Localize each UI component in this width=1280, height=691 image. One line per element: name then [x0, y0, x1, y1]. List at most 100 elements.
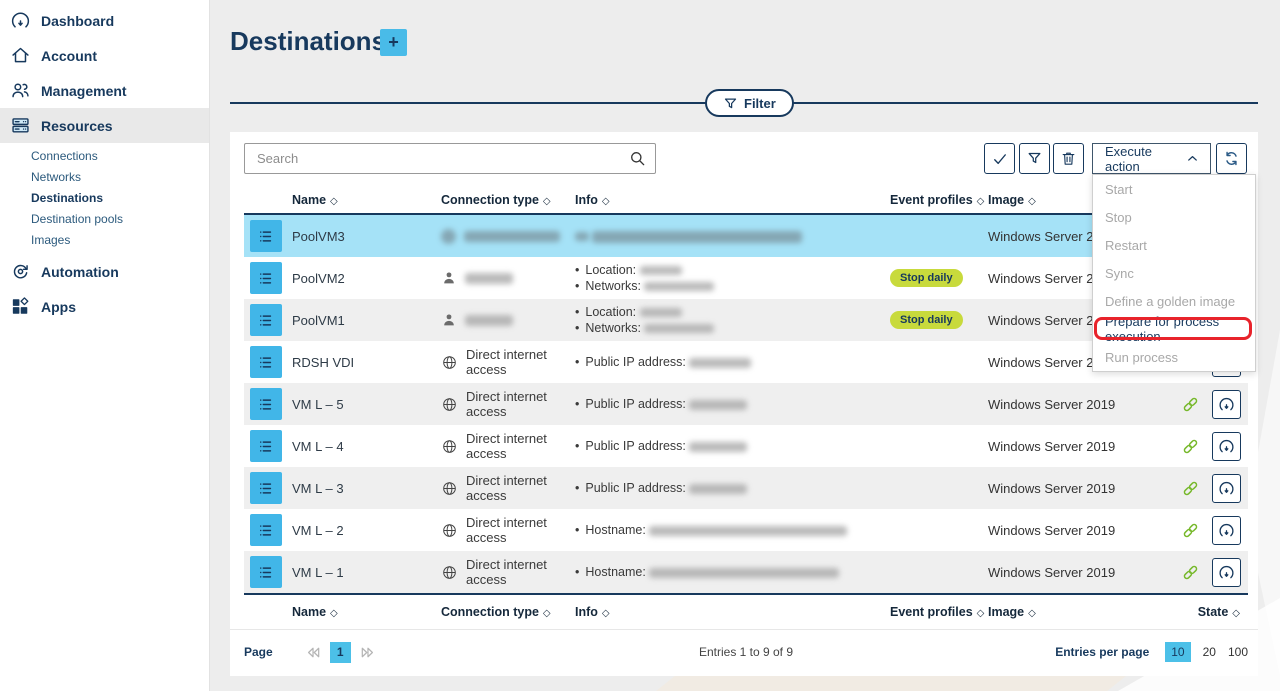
row-image: Windows Server 2019: [988, 481, 1181, 496]
row-name: VM L – 5: [292, 397, 441, 412]
column-header-name[interactable]: Name◇: [292, 605, 441, 619]
row-name: VM L – 1: [292, 565, 441, 580]
dashboard-state-button[interactable]: [1212, 516, 1241, 545]
row-detail-icon[interactable]: [250, 220, 282, 252]
sync-icon: [1222, 149, 1241, 168]
row-name: PoolVM2: [292, 271, 441, 286]
menu-item-prepare-for-process-execution[interactable]: Prepare for process execution: [1093, 315, 1255, 343]
sidebar-item-automation[interactable]: Automation: [0, 254, 209, 289]
sidebar-item-connections[interactable]: Connections: [0, 145, 209, 166]
users-icon: [10, 80, 31, 101]
row-detail-icon[interactable]: [250, 346, 282, 378]
dashboard-state-button[interactable]: [1212, 474, 1241, 503]
link-icon[interactable]: [1181, 521, 1200, 540]
redacted-value: [592, 231, 802, 243]
table-row[interactable]: VM L – 5 Direct internet access •Public …: [244, 383, 1248, 425]
sort-icon: ◇: [977, 608, 985, 619]
row-detail-icon[interactable]: [250, 388, 282, 420]
dashboard-state-button[interactable]: [1212, 390, 1241, 419]
add-destination-button[interactable]: +: [380, 29, 407, 56]
column-header-info[interactable]: Info◇: [575, 193, 890, 207]
link-icon[interactable]: [1181, 395, 1200, 414]
bullet: •: [575, 355, 579, 369]
menu-item-sync[interactable]: Sync: [1093, 259, 1255, 287]
row-image: Windows Server 2019: [988, 397, 1181, 412]
table-row[interactable]: VM L – 1 Direct internet access •Hostnam…: [244, 551, 1248, 593]
sidebar-item-destination-pools[interactable]: Destination pools: [0, 208, 209, 229]
sidebar-item-account[interactable]: Account: [0, 38, 209, 73]
column-header-connection-type[interactable]: Connection type◇: [441, 193, 575, 207]
delete-button[interactable]: [1053, 143, 1084, 174]
column-header-image[interactable]: Image◇: [988, 605, 1181, 619]
connection-type: Direct internet access: [466, 557, 575, 587]
sidebar-item-images[interactable]: Images: [0, 229, 209, 250]
sidebar-item-resources[interactable]: Resources: [0, 108, 209, 143]
page-title: Destinations: [230, 26, 386, 57]
redacted-value: [649, 526, 847, 536]
row-detail-icon[interactable]: [250, 304, 282, 336]
sort-icon: ◇: [977, 196, 985, 207]
sidebar-item-networks[interactable]: Networks: [0, 166, 209, 187]
search-input[interactable]: [244, 143, 656, 174]
column-header-event-profiles[interactable]: Event profiles◇: [890, 605, 988, 619]
table-row[interactable]: VM L – 3 Direct internet access •Public …: [244, 467, 1248, 509]
table-row[interactable]: VM L – 2 Direct internet access •Hostnam…: [244, 509, 1248, 551]
link-icon[interactable]: [1181, 437, 1200, 456]
globe-icon: [441, 354, 458, 371]
column-header-state[interactable]: State◇: [1181, 605, 1248, 619]
menu-item-run-process[interactable]: Run process: [1093, 343, 1255, 371]
page-size-100[interactable]: 100: [1228, 645, 1248, 659]
info-label: Networks:: [585, 279, 641, 293]
link-icon[interactable]: [1181, 563, 1200, 582]
menu-item-restart[interactable]: Restart: [1093, 231, 1255, 259]
menu-item-define-golden-image[interactable]: Define a golden image: [1093, 287, 1255, 315]
sidebar-item-apps[interactable]: Apps: [0, 289, 209, 324]
event-profile-badge: Stop daily: [890, 311, 963, 329]
info-label: Public IP address:: [585, 481, 686, 495]
row-detail-icon[interactable]: [250, 556, 282, 588]
menu-item-start[interactable]: Start: [1093, 175, 1255, 203]
resources-submenu: Connections Networks Destinations Destin…: [0, 143, 209, 254]
select-all-button[interactable]: [984, 143, 1015, 174]
refresh-button[interactable]: [1216, 143, 1247, 174]
row-detail-icon[interactable]: [250, 472, 282, 504]
filter-rows-button[interactable]: [1019, 143, 1050, 174]
trash-icon: [1060, 150, 1077, 167]
row-detail-icon[interactable]: [250, 262, 282, 294]
page-size-10[interactable]: 10: [1165, 642, 1190, 662]
dashboard-state-button[interactable]: [1212, 432, 1241, 461]
table-footer-header: Name◇ Connection type◇ Info◇ Event profi…: [244, 595, 1248, 629]
page-size-20[interactable]: 20: [1203, 645, 1216, 659]
row-detail-icon[interactable]: [250, 514, 282, 546]
column-header-name[interactable]: Name◇: [292, 193, 441, 207]
column-header-event-profiles[interactable]: Event profiles◇: [890, 193, 988, 207]
person-icon: [441, 312, 457, 328]
row-name: PoolVM3: [292, 229, 441, 244]
redacted-value: [644, 282, 714, 291]
menu-item-stop[interactable]: Stop: [1093, 203, 1255, 231]
connection-type: Direct internet access: [466, 347, 575, 377]
table-row[interactable]: VM L – 4 Direct internet access •Public …: [244, 425, 1248, 467]
filter-toggle-button[interactable]: Filter: [705, 89, 794, 117]
sidebar-item-destinations[interactable]: Destinations: [0, 187, 209, 208]
link-icon[interactable]: [1181, 479, 1200, 498]
row-image: Windows Server 2019: [988, 565, 1181, 580]
bullet: •: [575, 565, 579, 579]
sidebar-item-management[interactable]: Management: [0, 73, 209, 108]
sidebar: Dashboard Account Management Resources: [0, 0, 210, 691]
execute-action-dropdown-button[interactable]: Execute action: [1092, 143, 1211, 174]
column-header-info[interactable]: Info◇: [575, 605, 890, 619]
column-header-connection-type[interactable]: Connection type◇: [441, 605, 575, 619]
row-image: Windows Server 2019: [988, 439, 1181, 454]
dashboard-state-button[interactable]: [1212, 558, 1241, 587]
row-name: RDSH VDI: [292, 355, 441, 370]
row-name: VM L – 3: [292, 481, 441, 496]
sidebar-item-label: Account: [41, 48, 97, 64]
sidebar-item-dashboard[interactable]: Dashboard: [0, 3, 209, 38]
sidebar-item-label: Dashboard: [41, 13, 114, 29]
sidebar-child-label: Connections: [31, 149, 98, 163]
sort-icon: ◇: [330, 196, 338, 207]
globe-icon: [441, 438, 458, 455]
row-detail-icon[interactable]: [250, 430, 282, 462]
funnel-icon: [1026, 150, 1043, 167]
